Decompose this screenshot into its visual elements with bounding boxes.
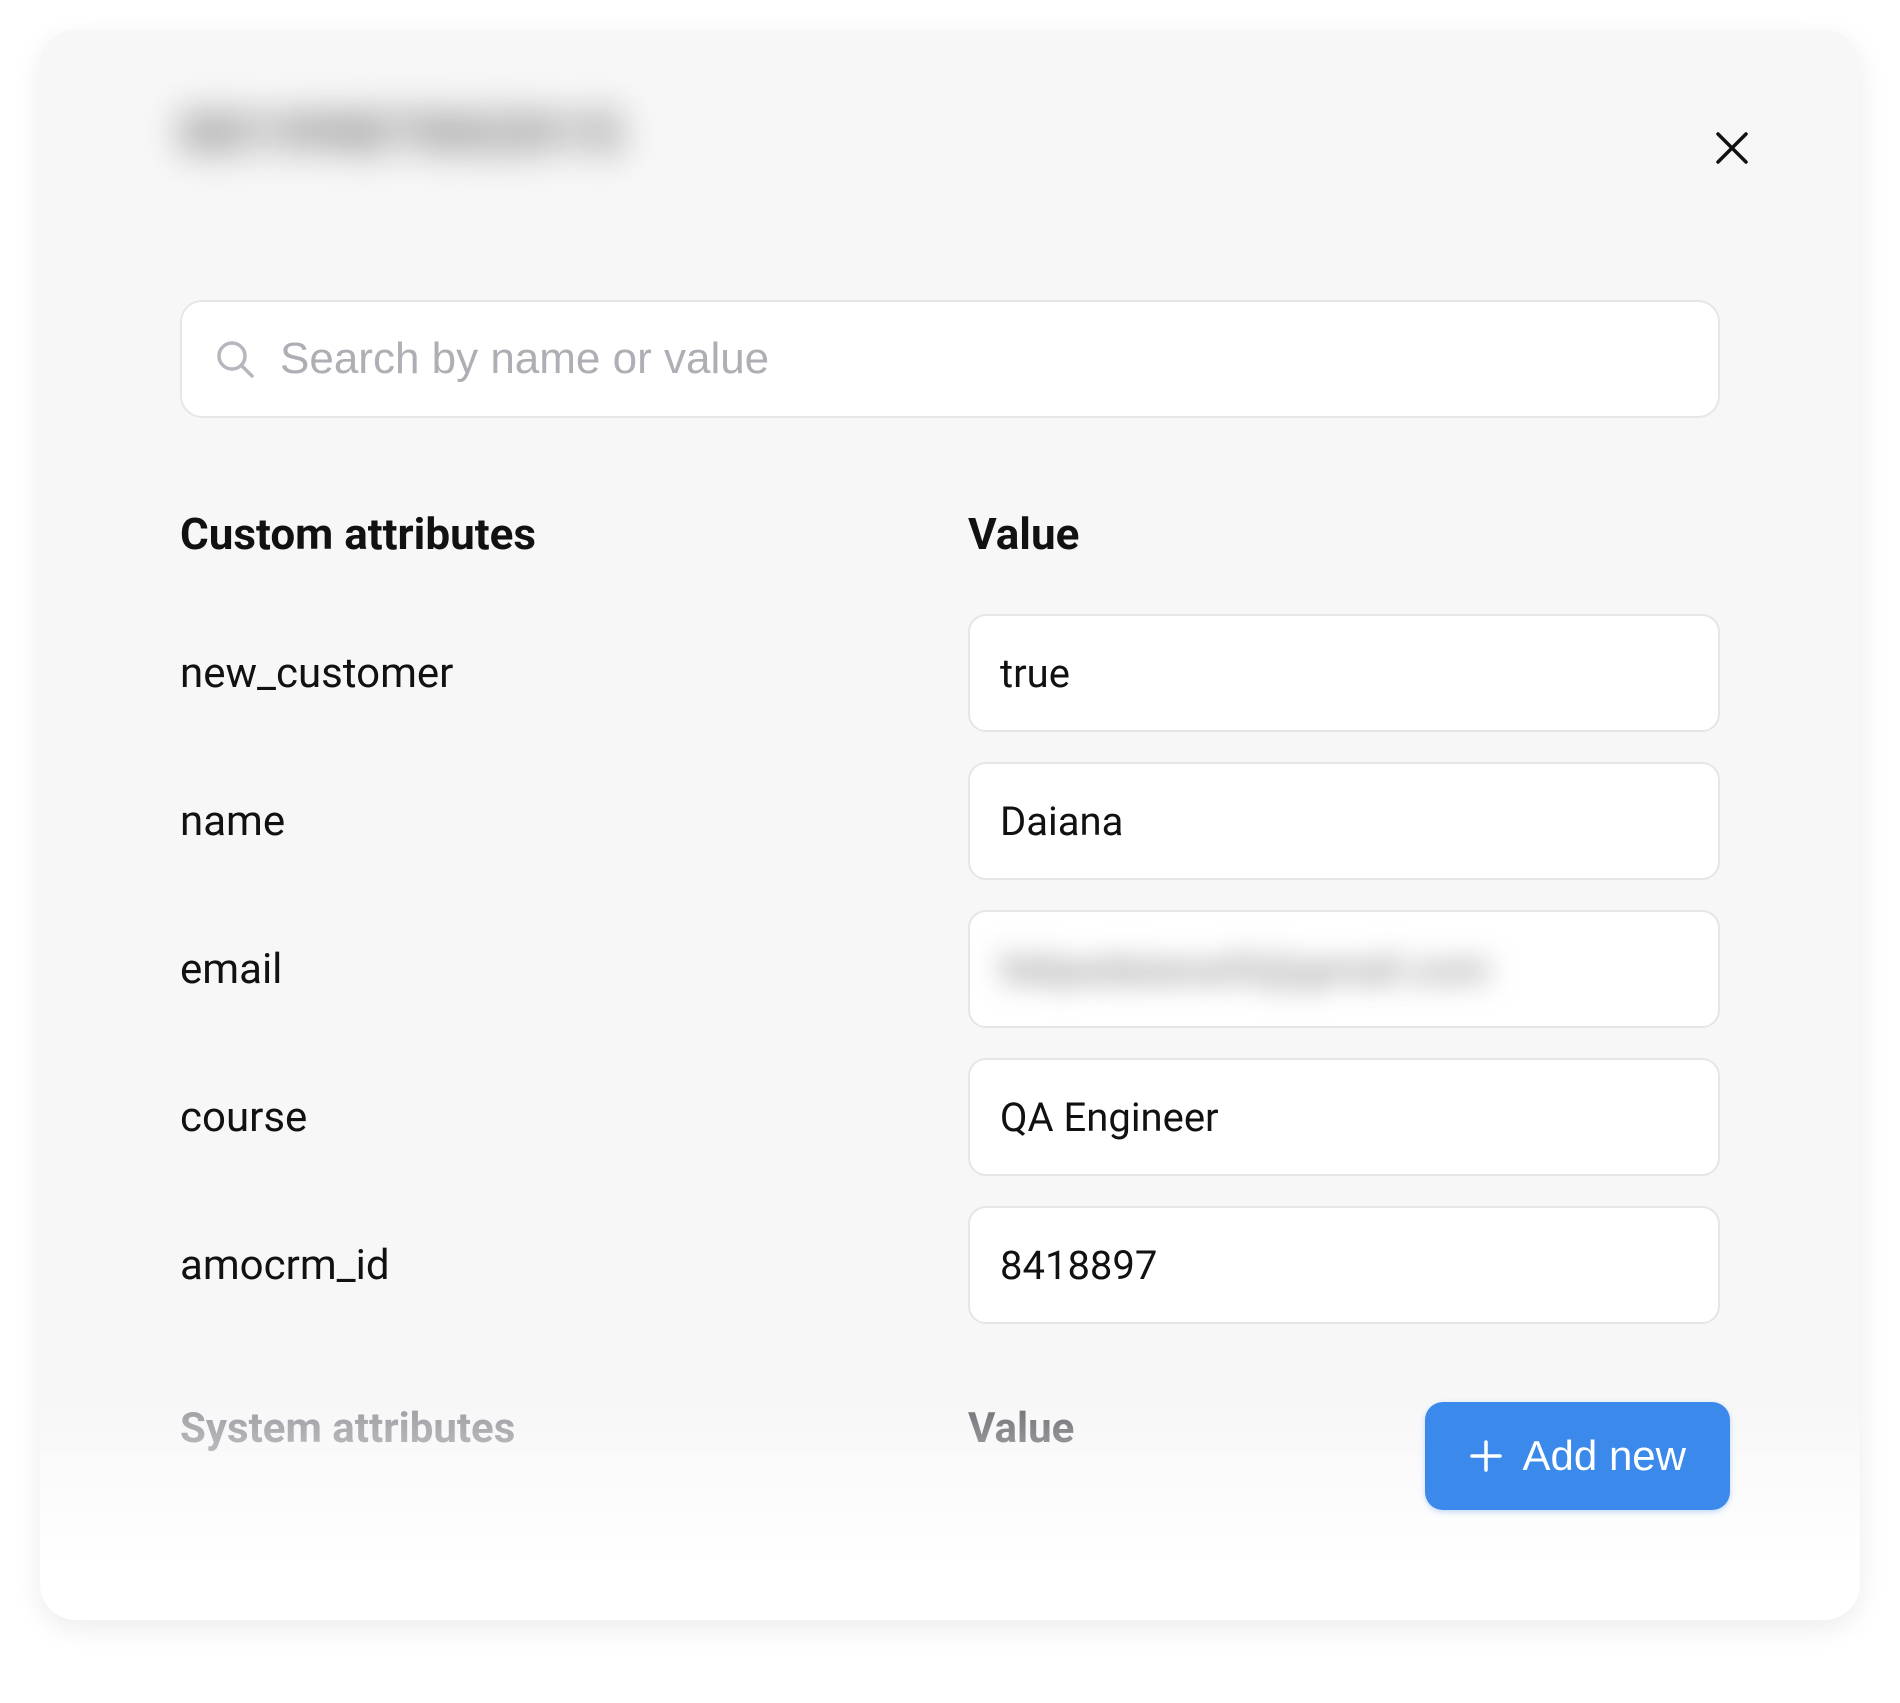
add-new-label: Add new [1523,1432,1686,1480]
attribute-value-text: 8418897 [1000,1242,1157,1289]
attribute-value-input[interactable]: QA Engineer [968,1058,1720,1176]
panel-title-obscured: 0019987002015 [180,100,624,166]
attributes-grid: Custom attributes Value new_customer tru… [180,508,1720,1354]
attribute-name: name [180,762,932,880]
attribute-value-text: true [1000,650,1070,697]
search-field-wrap [180,300,1720,418]
attribute-name: amocrm_id [180,1206,932,1324]
custom-attributes-header: Custom attributes [180,508,932,560]
value-header: Value [968,508,1720,560]
system-attributes-header: System attributes [180,1404,932,1453]
attribute-name: email [180,910,932,1028]
attribute-value-input[interactable]: 8418897 [968,1206,1720,1324]
attribute-value-input[interactable]: felipedaiana43@gmail.com [968,910,1720,1028]
attribute-value-text: QA Engineer [1000,1094,1219,1141]
close-icon [1712,128,1752,168]
attribute-value-input[interactable]: true [968,614,1720,732]
attribute-value-input[interactable]: Daiana [968,762,1720,880]
attributes-panel: 0019987002015 Custom attributes Value ne… [40,30,1860,1620]
add-new-button[interactable]: Add new [1425,1402,1730,1510]
attribute-value-text: Daiana [1000,798,1123,845]
attribute-value-text-obscured: felipedaiana43@gmail.com [1000,946,1489,993]
close-button[interactable] [1704,120,1760,176]
search-icon [214,338,256,380]
attribute-name: course [180,1058,932,1176]
panel-content: Custom attributes Value new_customer tru… [180,300,1720,1453]
search-input[interactable] [280,334,1686,384]
plus-icon [1469,1439,1503,1473]
attribute-name: new_customer [180,614,932,732]
